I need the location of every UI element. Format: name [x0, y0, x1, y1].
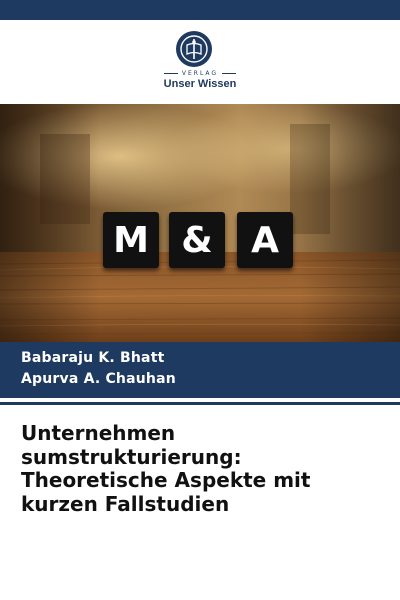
publisher-imprint-label: VERLAG — [0, 70, 400, 77]
title-line: sumstrukturierung: — [21, 444, 242, 469]
title-line: Unternehmen — [21, 421, 176, 445]
author-name: Babaraju K. Bhatt — [21, 350, 165, 366]
book-title: Unternehmen sumstrukturierung: Theoretis… — [21, 421, 391, 516]
tile-letter: & — [169, 212, 225, 268]
publisher-logo-icon — [176, 31, 212, 67]
divider-rule — [0, 402, 400, 405]
title-line: kurzen Fallstudien — [21, 491, 230, 516]
author-name: Apurva A. Chauhan — [21, 371, 176, 387]
cover-photo: M & A — [0, 104, 400, 342]
title-line: Theoretische Aspekte mit — [21, 468, 311, 492]
author-band: Babaraju K. Bhatt Apurva A. Chauhan — [0, 342, 400, 398]
top-stripe — [0, 0, 400, 20]
publisher-block: VERLAG Unser Wissen — [0, 20, 400, 104]
letter-tiles: M & A — [103, 212, 295, 272]
tile-letter: M — [103, 212, 159, 268]
publisher-name: Unser Wissen — [163, 78, 237, 90]
tile-letter: A — [237, 212, 293, 268]
